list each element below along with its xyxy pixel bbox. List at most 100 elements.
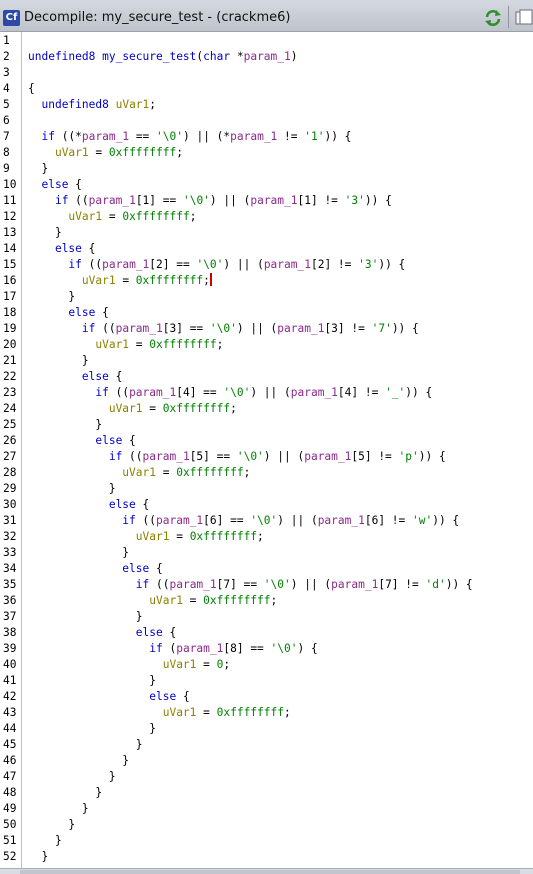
line-number: 36 <box>3 594 17 607</box>
code-token: if <box>135 578 150 591</box>
code-text: uVar1 = 0xffffffff; <box>28 401 237 417</box>
code-line[interactable]: 23 if ((param_1[4] == '\0') || (param_1[… <box>0 385 533 401</box>
code-line[interactable]: 3 <box>0 65 533 81</box>
code-token: )) { <box>432 514 460 527</box>
line-number: 10 <box>3 178 17 191</box>
code-token: my_secure_test <box>102 50 197 63</box>
code-line[interactable]: 38 else { <box>0 625 533 641</box>
code-token: 'w' <box>412 514 433 527</box>
code-token: { <box>68 178 82 191</box>
code-line[interactable]: 19 if ((param_1[3] == '\0') || (param_1[… <box>0 321 533 337</box>
code-text: } <box>28 737 143 753</box>
code-line[interactable]: 9 } <box>0 161 533 177</box>
code-line[interactable]: 30 else { <box>0 497 533 513</box>
code-line[interactable]: 44 } <box>0 721 533 737</box>
line-number: 34 <box>3 562 17 575</box>
code-line[interactable]: 39 if (param_1[8] == '\0') { <box>0 641 533 657</box>
code-line[interactable]: 1 <box>0 33 533 49</box>
code-token: '\0' <box>156 130 183 143</box>
code-token: uVar1 <box>135 530 170 543</box>
code-line[interactable]: 50 } <box>0 817 533 833</box>
code-token: } <box>28 226 62 239</box>
code-line[interactable]: 45 } <box>0 737 533 753</box>
code-line[interactable]: 43 uVar1 = 0xffffffff; <box>0 705 533 721</box>
code-line[interactable]: 20 uVar1 = 0xffffffff; <box>0 337 533 353</box>
code-token: ) || (* <box>182 130 231 143</box>
code-line[interactable]: 7 if ((*param_1 == '\0') || (*param_1 !=… <box>0 129 533 145</box>
code-line[interactable]: 47 } <box>0 769 533 785</box>
code-token: param_1 <box>304 450 352 463</box>
code-line[interactable]: 16 uVar1 = 0xffffffff; <box>0 273 533 289</box>
code-text: } <box>28 721 156 737</box>
code-token: [4] == <box>176 386 224 399</box>
code-token: ) || ( <box>290 578 332 591</box>
code-text: else { <box>28 497 149 513</box>
code-line[interactable]: 33 } <box>0 545 533 561</box>
code-line[interactable]: 26 else { <box>0 433 533 449</box>
horizontal-scrollbar[interactable] <box>0 868 533 874</box>
code-token: else <box>81 370 109 383</box>
line-number: 4 <box>3 82 10 95</box>
code-token: )) { <box>324 130 352 143</box>
code-line[interactable]: 29 } <box>0 481 533 497</box>
line-number: 15 <box>3 258 17 271</box>
code-token: param_1 <box>156 514 204 527</box>
code-line[interactable]: 34 else { <box>0 561 533 577</box>
code-line[interactable]: 41 } <box>0 673 533 689</box>
code-line[interactable]: 36 uVar1 = 0xffffffff; <box>0 593 533 609</box>
code-line[interactable]: 51 } <box>0 833 533 849</box>
code-line[interactable]: 17 } <box>0 289 533 305</box>
code-line[interactable]: 4{ <box>0 81 533 97</box>
code-line[interactable]: 11 if ((param_1[1] == '\0') || (param_1[… <box>0 193 533 209</box>
code-token: param_1 <box>115 322 163 335</box>
code-token: param_1 <box>176 642 224 655</box>
snapshot-button[interactable] <box>515 9 533 27</box>
code-line[interactable]: 27 if ((param_1[5] == '\0') || (param_1[… <box>0 449 533 465</box>
code-token: if <box>122 514 136 527</box>
code-line[interactable]: 5 undefined8 uVar1; <box>0 97 533 113</box>
code-line[interactable]: 42 else { <box>0 689 533 705</box>
code-token: ; <box>283 706 291 719</box>
line-number: 6 <box>3 114 10 127</box>
code-line[interactable]: 49 } <box>0 801 533 817</box>
code-line[interactable]: 31 if ((param_1[6] == '\0') || (param_1[… <box>0 513 533 529</box>
code-token: 0xffffffff <box>176 466 244 479</box>
code-line[interactable]: 52 } <box>0 849 533 865</box>
code-token: = <box>196 706 217 719</box>
code-line[interactable]: 46 } <box>0 753 533 769</box>
code-line[interactable]: 35 if ((param_1[7] == '\0') || (param_1[… <box>0 577 533 593</box>
line-number: 17 <box>3 290 17 303</box>
code-line[interactable]: 37 } <box>0 609 533 625</box>
code-line[interactable]: 14 else { <box>0 241 533 257</box>
code-token: ( <box>162 642 177 655</box>
code-line[interactable]: 25 } <box>0 417 533 433</box>
code-line[interactable]: 2 undefined8 my_secure_test(char *param_1… <box>0 49 533 65</box>
code-token: { <box>122 434 136 447</box>
code-line[interactable]: 12 uVar1 = 0xffffffff; <box>0 209 533 225</box>
code-token: { <box>108 370 123 383</box>
code-line[interactable]: 18 else { <box>0 305 533 321</box>
decompiler-code-view[interactable]: 1 2 undefined8 my_secure_test(char *param_… <box>0 32 533 868</box>
code-line[interactable]: 48 } <box>0 785 533 801</box>
code-line[interactable]: 21 } <box>0 353 533 369</box>
code-line[interactable]: 28 uVar1 = 0xffffffff; <box>0 465 533 481</box>
code-token: } <box>28 418 103 431</box>
code-text: else { <box>28 561 162 577</box>
code-line[interactable]: 24 uVar1 = 0xffffffff; <box>0 401 533 417</box>
refresh-button[interactable] <box>482 8 504 28</box>
code-line[interactable]: 8 uVar1 = 0xffffffff; <box>0 145 533 161</box>
code-line[interactable]: 40 uVar1 = 0; <box>0 657 533 673</box>
scrollbar-thumb[interactable] <box>20 870 520 874</box>
code-token: = <box>115 274 136 287</box>
code-line[interactable]: 13 } <box>0 225 533 241</box>
code-line[interactable]: 15 if ((param_1[2] == '\0') || (param_1[… <box>0 257 533 273</box>
code-line[interactable]: 32 uVar1 = 0xffffffff; <box>0 529 533 545</box>
code-token: else <box>54 242 82 255</box>
code-line[interactable]: 6 <box>0 113 533 129</box>
code-line[interactable]: 10 else { <box>0 177 533 193</box>
code-token: 0xffffffff <box>122 210 190 223</box>
code-line[interactable]: 22 else { <box>0 369 533 385</box>
